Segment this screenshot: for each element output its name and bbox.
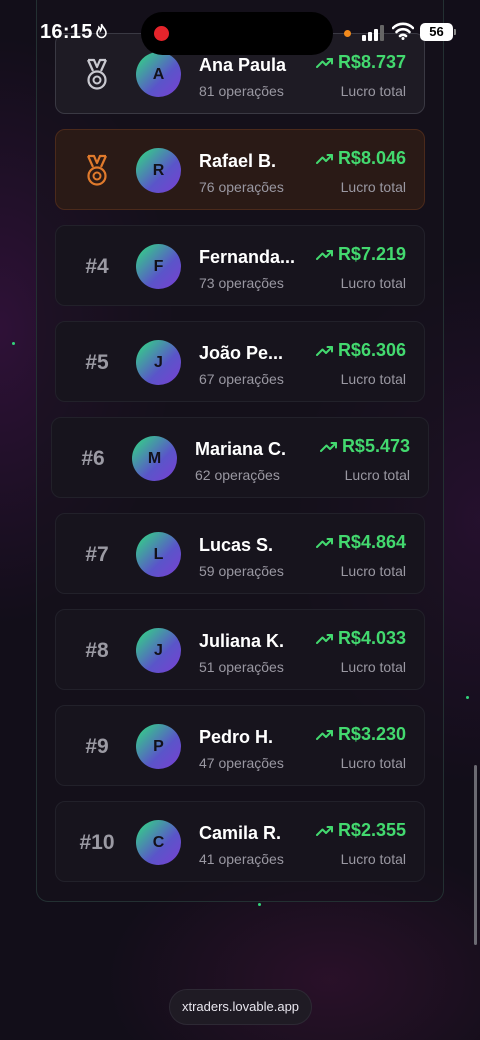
profit-amount: R$4.864 <box>337 532 406 552</box>
rank-number: #7 <box>85 542 109 566</box>
profit-label: Lucro total <box>340 851 406 867</box>
trending-up-icon <box>319 441 337 452</box>
ranking-card[interactable]: #6 M Mariana C. 62 operações R$5.473 Lucro to… <box>51 417 429 498</box>
profit-label: Lucro total <box>340 371 406 387</box>
operations-count: 81 operações <box>199 83 284 99</box>
flame-icon <box>95 23 108 43</box>
operations-count: 51 operações <box>199 659 284 675</box>
recording-indicator-icon <box>154 26 169 41</box>
cellular-signal-icon <box>362 25 386 41</box>
trending-up-icon <box>315 249 333 260</box>
rank-number: #8 <box>85 638 109 662</box>
ranking-card[interactable]: #4 F Fernanda... 73 operações R$7.219 Lucro t… <box>55 225 425 306</box>
operations-count: 41 operações <box>199 851 284 867</box>
rank-number: #6 <box>81 446 105 470</box>
dynamic-island <box>141 12 333 55</box>
profit-label: Lucro total <box>340 563 406 579</box>
scrollbar[interactable] <box>474 765 477 945</box>
profit-value: R$2.355 <box>315 820 406 841</box>
profit-amount: R$3.230 <box>337 724 406 744</box>
ranking-list: A Ana Paula 81 operações R$8.737 Lucro total… <box>0 0 480 1040</box>
trending-up-icon <box>315 153 333 164</box>
trader-name: Juliana K. <box>199 631 285 651</box>
sparkle <box>12 342 15 345</box>
rank-number: #10 <box>79 830 115 854</box>
profit-label: Lucro total <box>340 755 406 771</box>
profit-value: R$6.306 <box>315 340 406 361</box>
profit-amount: R$7.219 <box>337 244 406 264</box>
trader-name: Mariana C. <box>195 439 287 459</box>
trader-name: Fernanda... <box>199 247 296 267</box>
ranking-card[interactable]: #7 L Lucas S. 59 operações R$4.864 Lucro tota… <box>55 513 425 594</box>
avatar: L <box>136 532 181 577</box>
ranking-card[interactable]: #5 J João Pe... 67 operações R$6.306 Lucro to… <box>55 321 425 402</box>
trader-name: João Pe... <box>199 343 284 363</box>
avatar: C <box>136 820 181 865</box>
trader-name: Lucas S. <box>199 535 274 555</box>
profit-label: Lucro total <box>340 83 406 99</box>
sparkle <box>258 903 261 906</box>
profit-value: R$4.864 <box>315 532 406 553</box>
profit-amount: R$4.033 <box>337 628 406 648</box>
rank-number: #9 <box>85 734 109 758</box>
profit-value: R$8.046 <box>315 148 406 169</box>
profit-label: Lucro total <box>340 659 406 675</box>
trending-up-icon <box>315 537 333 548</box>
ranking-card[interactable]: #8 J Juliana K. 51 operações R$4.033 Lucro to… <box>55 609 425 690</box>
bronze-medal-icon <box>56 130 138 211</box>
profit-amount: R$8.046 <box>337 148 406 168</box>
profit-label: Lucro total <box>340 275 406 291</box>
trending-up-icon <box>315 729 333 740</box>
ranking-card[interactable]: R Rafael B. 76 operações R$8.046 Lucro total <box>55 129 425 210</box>
profit-amount: R$5.473 <box>341 436 410 456</box>
operations-count: 59 operações <box>199 563 284 579</box>
ranking-card[interactable]: #10 C Camila R. 41 operações R$2.355 Lucro to… <box>55 801 425 882</box>
avatar: J <box>136 628 181 673</box>
battery-icon <box>454 29 456 35</box>
profit-amount: R$6.306 <box>337 340 406 360</box>
wifi-icon <box>392 22 414 40</box>
profit-value: R$4.033 <box>315 628 406 649</box>
operations-count: 67 operações <box>199 371 284 387</box>
status-bar: 16:15 56 <box>0 0 480 62</box>
profit-value: R$7.219 <box>315 244 406 265</box>
leaderboard-screen: 16:15 56 A Ana Paula 81 operações R$8.737 Lu… <box>0 0 480 1040</box>
avatar: R <box>136 148 181 193</box>
trader-name: Pedro H. <box>199 727 274 747</box>
battery-level: 56 <box>420 23 453 41</box>
profit-label: Lucro total <box>340 179 406 195</box>
rank-number: #5 <box>85 350 109 374</box>
trader-name: Rafael B. <box>199 151 277 171</box>
operations-count: 47 operações <box>199 755 284 771</box>
avatar: J <box>136 340 181 385</box>
operations-count: 76 operações <box>199 179 284 195</box>
trending-up-icon <box>315 345 333 356</box>
url-text: xtraders.lovable.app <box>181 999 300 1014</box>
privacy-indicator-icon <box>344 30 351 37</box>
trader-name: Camila R. <box>199 823 282 843</box>
avatar: M <box>132 436 177 481</box>
operations-count: 73 operações <box>199 275 284 291</box>
browser-url-bar[interactable]: xtraders.lovable.app <box>169 989 312 1025</box>
ranking-card[interactable]: #9 P Pedro H. 47 operações R$3.230 Lucro tota… <box>55 705 425 786</box>
avatar: P <box>136 724 181 769</box>
trending-up-icon <box>315 825 333 836</box>
avatar: F <box>136 244 181 289</box>
sparkle <box>466 696 469 699</box>
rank-number: #4 <box>85 254 109 278</box>
operations-count: 62 operações <box>195 467 280 483</box>
profit-label: Lucro total <box>344 467 410 483</box>
profit-value: R$3.230 <box>315 724 406 745</box>
status-time: 16:15 <box>40 21 93 43</box>
trending-up-icon <box>315 633 333 644</box>
profit-amount: R$2.355 <box>337 820 406 840</box>
profit-value: R$5.473 <box>319 436 410 457</box>
